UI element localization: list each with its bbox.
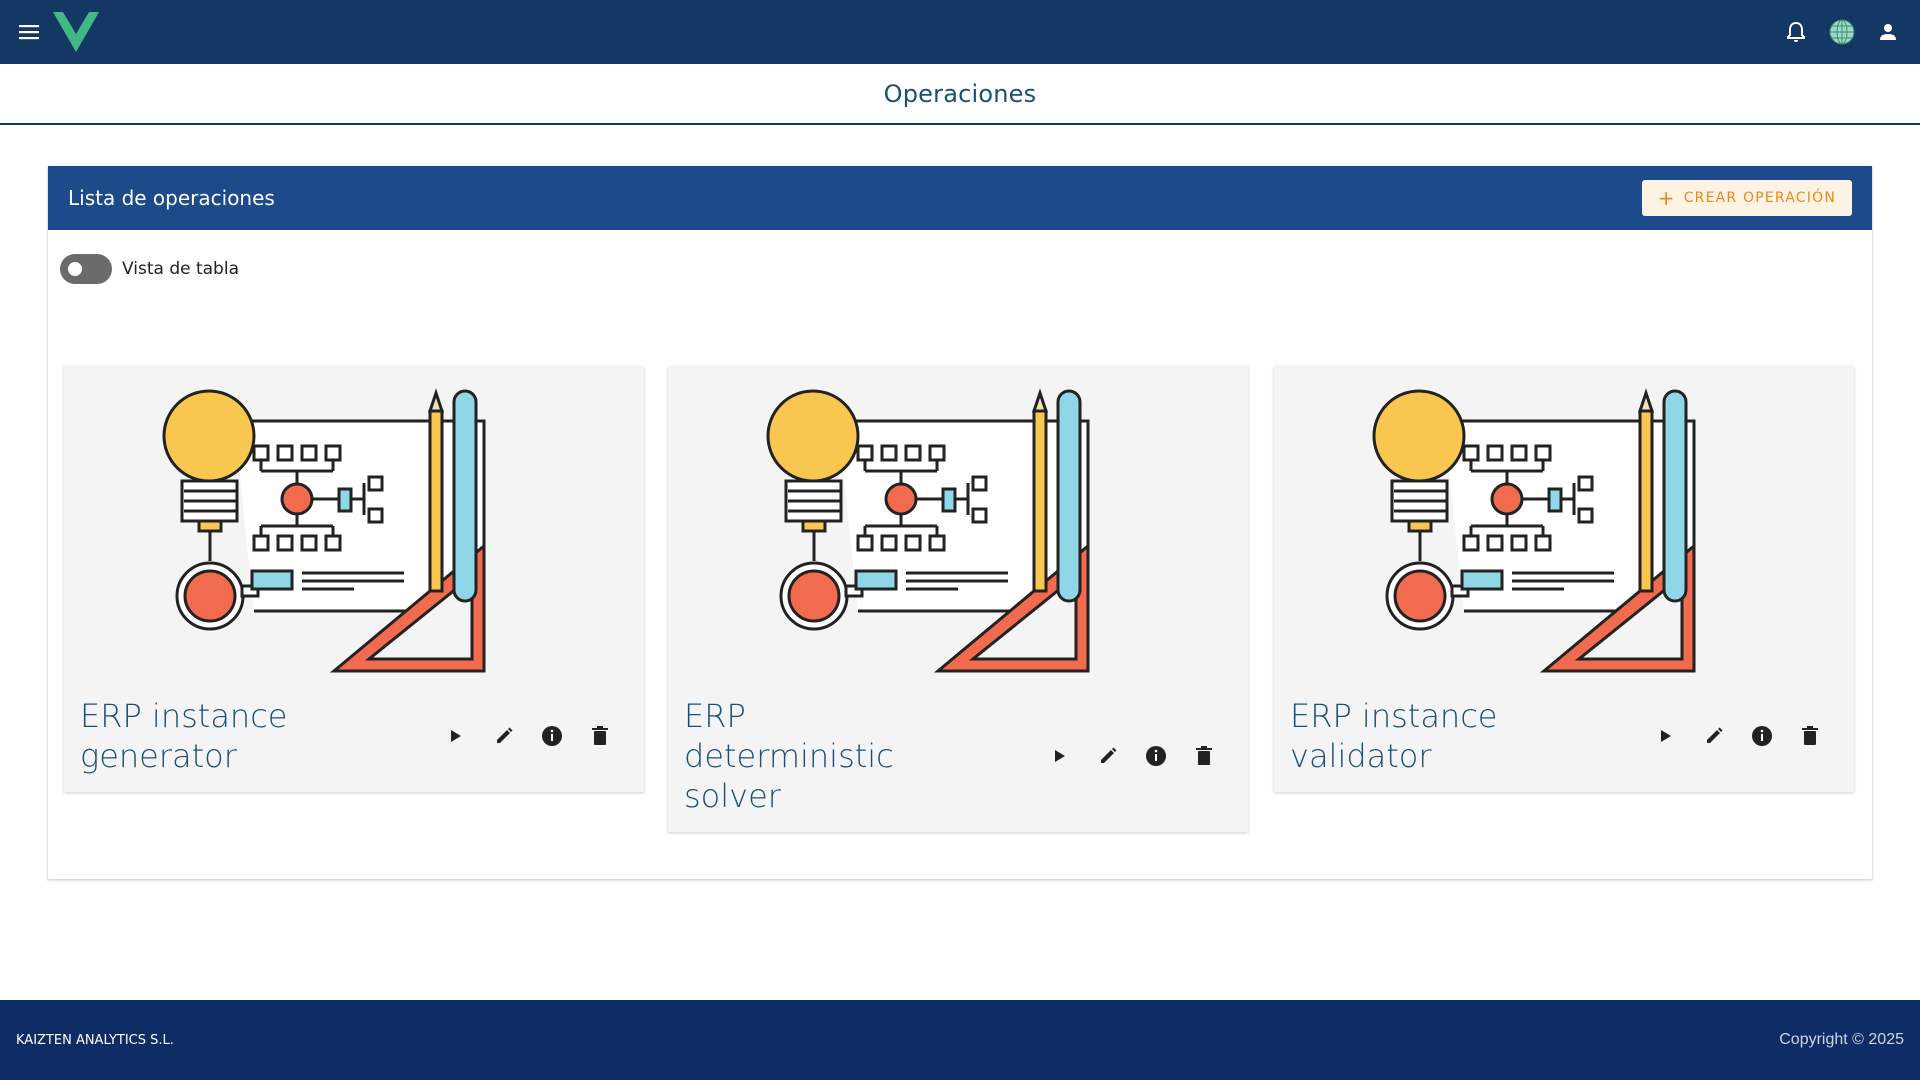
operation-name: ERP instance validator (1290, 696, 1530, 776)
operation-name-line: validator (1290, 737, 1432, 775)
blueprint-illustration (1274, 366, 1854, 696)
operation-name-line: ERP instance (1290, 697, 1498, 735)
app-footer: KAIZTEN ANALYTICS S.L. Copyright © 2025 (0, 1000, 1920, 1080)
operations-panel: Lista de operaciones + CREAR OPERACIÓN V… (48, 166, 1872, 879)
trash-icon[interactable] (1796, 722, 1824, 750)
menu-icon[interactable] (15, 18, 43, 46)
trash-icon[interactable] (1190, 742, 1218, 770)
info-icon[interactable] (1748, 722, 1776, 750)
table-view-toggle-row: Vista de tabla (60, 254, 239, 284)
operation-card[interactable]: ERP deterministic solver (668, 366, 1248, 832)
operation-card[interactable]: ERP instance generator (64, 366, 644, 792)
operation-name-line: ERP (684, 697, 746, 735)
pencil-icon[interactable] (490, 722, 518, 750)
info-icon[interactable] (1142, 742, 1170, 770)
card-actions (442, 722, 614, 750)
pencil-icon[interactable] (1700, 722, 1728, 750)
operation-name: ERP instance generator (80, 696, 320, 776)
play-icon[interactable] (1046, 742, 1074, 770)
copyright-text: Copyright © 2025 (1779, 1031, 1904, 1048)
panel-title: Lista de operaciones (68, 186, 275, 210)
plus-icon: + (1657, 186, 1676, 210)
operation-card[interactable]: ERP instance validator (1274, 366, 1854, 792)
create-operation-label: CREAR OPERACIÓN (1683, 190, 1836, 206)
play-icon[interactable] (1652, 722, 1680, 750)
vue-logo[interactable] (51, 10, 101, 54)
table-view-label: Vista de tabla (122, 259, 239, 279)
operation-name-line: solver (684, 777, 781, 815)
page-title: Operaciones (883, 79, 1037, 108)
info-icon[interactable] (538, 722, 566, 750)
operation-name: ERP deterministic solver (684, 696, 924, 816)
pencil-icon[interactable] (1094, 742, 1122, 770)
operation-name-line: deterministic (684, 737, 894, 775)
card-actions (1046, 742, 1218, 770)
card-actions (1652, 722, 1824, 750)
trash-icon[interactable] (586, 722, 614, 750)
page-header: Operaciones (0, 64, 1920, 125)
create-operation-button[interactable]: + CREAR OPERACIÓN (1641, 180, 1852, 216)
account-icon[interactable] (1874, 18, 1902, 46)
blueprint-illustration (64, 366, 644, 696)
switch-knob (68, 262, 82, 276)
operation-name-line: generator (80, 737, 237, 775)
play-icon[interactable] (442, 722, 470, 750)
blueprint-illustration (668, 366, 1248, 696)
globe-icon[interactable] (1828, 18, 1856, 46)
company-name: KAIZTEN ANALYTICS S.L. (16, 1032, 174, 1048)
panel-header: Lista de operaciones + CREAR OPERACIÓN (48, 166, 1872, 230)
app-bar (0, 0, 1920, 64)
operation-name-line: ERP instance (80, 697, 288, 735)
table-view-switch[interactable] (60, 254, 112, 284)
bell-icon[interactable] (1782, 18, 1810, 46)
